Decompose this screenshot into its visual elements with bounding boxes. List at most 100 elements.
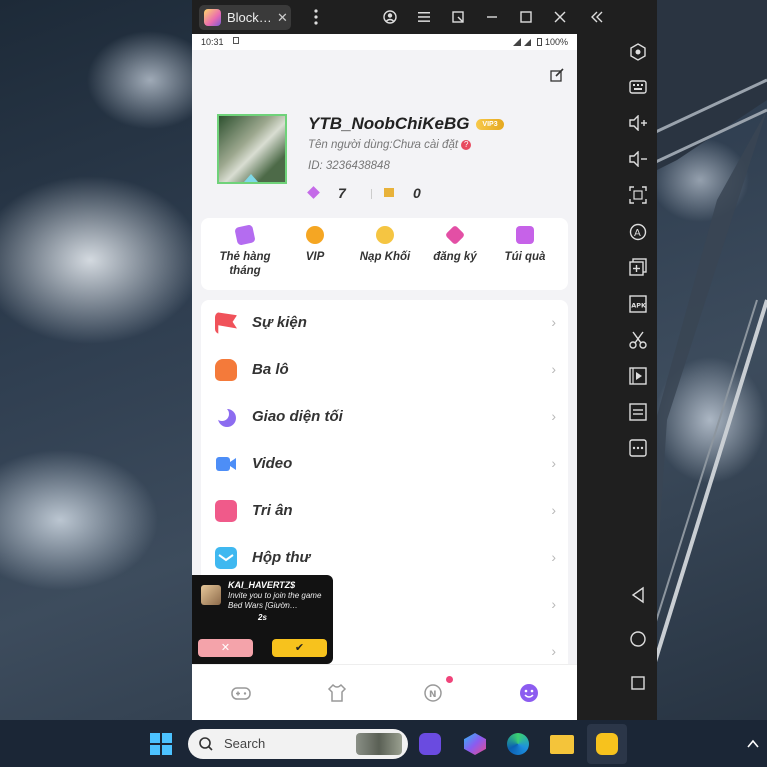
quick-action-top-up[interactable]: Nạp Khối bbox=[350, 226, 420, 264]
scissors-icon[interactable] bbox=[627, 329, 649, 351]
profile-id: ID: 3236438848 bbox=[308, 160, 390, 172]
menu-item-label: Tri ân bbox=[252, 502, 293, 519]
battery-icon bbox=[537, 38, 542, 46]
keyboard-icon[interactable] bbox=[627, 76, 649, 98]
sync-icon[interactable] bbox=[627, 401, 649, 423]
emulator-sidebar: A APK bbox=[617, 0, 657, 720]
menu-item-label: Giao diện tối bbox=[252, 408, 343, 425]
menu-item-events[interactable]: Sự kiện › bbox=[201, 300, 568, 347]
taskbar-search-box[interactable]: Search bbox=[188, 729, 408, 759]
gem-currency-icon bbox=[307, 186, 320, 199]
thanks-icon bbox=[215, 500, 237, 522]
app-tab[interactable]: Block… ✕ bbox=[199, 5, 291, 30]
chat-icon[interactable]: N bbox=[423, 676, 453, 703]
quick-action-vip[interactable]: VIP bbox=[280, 226, 350, 264]
invite-sender: KAI_HAVERTZ$ bbox=[228, 580, 296, 590]
sender-avatar bbox=[201, 585, 221, 605]
flag-icon bbox=[215, 312, 237, 334]
gem-count: 7 bbox=[338, 185, 346, 201]
cube-count: 0 bbox=[413, 185, 421, 201]
maximize-icon[interactable] bbox=[517, 8, 535, 26]
app-icon bbox=[204, 9, 221, 26]
home-icon[interactable] bbox=[627, 628, 649, 650]
mail-icon bbox=[215, 547, 237, 569]
accept-invite-button[interactable]: ✔ bbox=[272, 639, 327, 657]
menu-item-label: Video bbox=[252, 455, 293, 472]
more-vertical-icon[interactable] bbox=[307, 8, 325, 26]
more-options-icon[interactable] bbox=[627, 437, 649, 459]
multi-instance-icon[interactable] bbox=[627, 256, 649, 278]
moon-icon bbox=[215, 406, 237, 428]
search-icon bbox=[199, 737, 213, 751]
recents-icon[interactable] bbox=[627, 672, 649, 694]
avatar[interactable] bbox=[217, 114, 287, 184]
menu-item-dark-mode[interactable]: Giao diện tối › bbox=[201, 394, 568, 441]
volume-up-icon[interactable] bbox=[627, 112, 649, 134]
account-icon[interactable] bbox=[381, 8, 399, 26]
edge-browser-icon[interactable] bbox=[507, 733, 529, 755]
status-bar: 10:31 100% bbox=[192, 34, 577, 50]
quick-actions-card: Thẻ hàng tháng VIP Nạp Khối đăng ký Túi … bbox=[201, 218, 568, 290]
svg-text:N: N bbox=[429, 690, 437, 700]
close-icon[interactable] bbox=[551, 8, 569, 26]
search-highlight-image bbox=[356, 733, 402, 755]
menu-item-label: Ba lô bbox=[252, 361, 289, 378]
avatar-frame-gem bbox=[244, 174, 258, 182]
volume-down-icon[interactable] bbox=[627, 148, 649, 170]
file-explorer-icon[interactable] bbox=[550, 735, 574, 754]
chevron-right-icon: › bbox=[551, 314, 556, 330]
rotate-icon[interactable]: A bbox=[627, 221, 649, 243]
tab-title: Block… bbox=[227, 10, 272, 25]
bottom-navigation: N bbox=[192, 664, 577, 720]
quick-action-label: đăng ký bbox=[433, 251, 477, 263]
game-invite-popup: KAI_HAVERTZ$ Invite you to join the game… bbox=[192, 575, 333, 664]
chevron-right-icon: › bbox=[551, 643, 556, 659]
status-time: 10:31 bbox=[201, 37, 224, 47]
apk-install-icon[interactable]: APK bbox=[627, 293, 649, 315]
shirt-icon[interactable] bbox=[327, 683, 347, 703]
chevron-right-icon: › bbox=[551, 361, 556, 377]
menu-item-label: Sự kiện bbox=[252, 314, 307, 331]
edit-profile-icon[interactable] bbox=[550, 68, 564, 82]
minimize-icon[interactable] bbox=[483, 8, 501, 26]
emulator-taskbar-icon[interactable] bbox=[587, 724, 627, 764]
video-icon bbox=[215, 453, 237, 475]
status-battery: 100% bbox=[545, 37, 569, 47]
menu-item-video[interactable]: Video › bbox=[201, 441, 568, 488]
resize-icon[interactable] bbox=[449, 8, 467, 26]
start-button[interactable] bbox=[150, 733, 172, 755]
video-call-app-icon[interactable] bbox=[419, 733, 441, 755]
quick-action-gift-bag[interactable]: Túi quà bbox=[490, 226, 560, 264]
media-manager-icon[interactable] bbox=[627, 365, 649, 387]
help-icon[interactable]: ? bbox=[461, 139, 472, 150]
chevron-right-icon: › bbox=[551, 455, 556, 471]
emulator-app-icon bbox=[596, 733, 618, 755]
gift-bag-icon bbox=[516, 226, 534, 244]
search-placeholder: Search bbox=[224, 736, 266, 751]
chevron-right-icon: › bbox=[551, 596, 556, 612]
gamepad-icon[interactable] bbox=[231, 683, 251, 703]
svg-text:APK: APK bbox=[631, 302, 647, 310]
quick-action-label: VIP bbox=[305, 251, 325, 263]
settings-hex-icon[interactable] bbox=[627, 41, 649, 63]
back-icon[interactable] bbox=[627, 584, 649, 606]
backpack-icon bbox=[215, 359, 237, 381]
tab-close-button[interactable]: ✕ bbox=[277, 10, 288, 26]
screenshot-icon[interactable] bbox=[627, 184, 649, 206]
menu-item-backpack[interactable]: Ba lô › bbox=[201, 347, 568, 394]
quick-action-monthly-card[interactable]: Thẻ hàng tháng bbox=[210, 224, 280, 278]
stat-divider bbox=[371, 189, 372, 199]
profile-tab-icon[interactable] bbox=[519, 683, 539, 703]
monthly-card-icon bbox=[234, 224, 256, 246]
display-name-text: Tên người dùng:Chưa cài đặt bbox=[308, 139, 459, 151]
menu-icon[interactable] bbox=[415, 8, 433, 26]
quick-action-label: Nạp Khối bbox=[359, 251, 411, 263]
decline-invite-button[interactable]: ✕ bbox=[198, 639, 253, 657]
chevron-up-icon[interactable] bbox=[746, 737, 760, 751]
coins-icon bbox=[376, 226, 394, 244]
quick-action-subscribe[interactable]: đăng ký bbox=[420, 224, 490, 264]
invite-countdown: 2s bbox=[258, 613, 267, 622]
collapse-sidebar-icon[interactable] bbox=[588, 8, 606, 26]
chevron-right-icon: › bbox=[551, 408, 556, 424]
menu-item-thanks[interactable]: Tri ân › bbox=[201, 488, 568, 535]
